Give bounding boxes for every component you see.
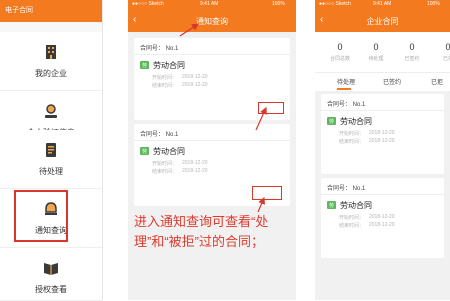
contract-card[interactable]: 合同号： No.1 劳 劳动合同 开始时间： 2018-12-20 结束时间： … bbox=[321, 94, 444, 174]
stat-total: 0 合同总数 bbox=[329, 42, 350, 62]
contract-number: 合同号： No.1 bbox=[327, 102, 366, 108]
tab-rejected[interactable]: 已拒 bbox=[431, 77, 443, 86]
stat-signed: 0 已签约 bbox=[404, 42, 420, 62]
divider bbox=[321, 194, 444, 195]
divider bbox=[321, 110, 444, 111]
active-tab-indicator bbox=[337, 88, 351, 90]
tab-signed[interactable]: 已签约 bbox=[383, 77, 401, 86]
start-value: 2018-12-20 bbox=[369, 214, 395, 220]
contract-tag-badge: 劳 bbox=[327, 117, 336, 125]
contract-title: 劳动合同 bbox=[340, 117, 372, 126]
stats-panel: 0合同总数 0待处理 0已签约 0已拒 bbox=[315, 32, 450, 72]
status-carrier: ●●○○○ Sketch bbox=[319, 1, 351, 7]
instruction-text: 进入通知查询可查看“处理”和“被拒”过的合同； bbox=[134, 214, 269, 249]
tab-pending[interactable]: 待处理 bbox=[337, 77, 355, 86]
right-phone-screen: ●●○○○ Sketch 9:41 AM 100% ‹ 企业合同 0 合同总数 0… bbox=[315, 0, 450, 300]
end-label: 结束时间： bbox=[339, 139, 365, 145]
status-bar: ●●○○○ Sketch 9:41 AM 100% bbox=[315, 0, 450, 10]
stat-pending: 0 待处理 bbox=[368, 42, 384, 62]
contract-card[interactable]: 合同号： No.1 劳 劳动合同 开始时间： 2018-12-20 结束时间： … bbox=[321, 178, 444, 258]
arrow-to-card1 bbox=[255, 106, 267, 131]
start-label: 开始时间： bbox=[339, 131, 365, 137]
arrow-to-title bbox=[179, 23, 199, 37]
arrow-to-card2 bbox=[257, 196, 265, 213]
end-value: 2018-12-20 bbox=[369, 222, 395, 228]
tab-bar: 待处理 已签约 已拒 bbox=[315, 72, 450, 91]
end-label: 结束时间： bbox=[339, 223, 365, 229]
status-time: 9:41 AM bbox=[373, 1, 392, 7]
end-value: 2018-12-20 bbox=[369, 138, 395, 144]
start-value: 2018-12-20 bbox=[369, 130, 395, 136]
page-title: 企业合同 bbox=[366, 17, 399, 26]
status-battery: 100% bbox=[427, 1, 440, 7]
contract-title: 劳动合同 bbox=[340, 201, 372, 210]
start-label: 开始时间： bbox=[339, 215, 365, 221]
contract-tag-badge: 劳 bbox=[327, 201, 336, 209]
nav-bar: ‹ 企业合同 bbox=[315, 10, 450, 32]
stat-rejected: 0已拒 bbox=[442, 42, 450, 62]
contract-number: 合同号： No.1 bbox=[327, 186, 366, 192]
